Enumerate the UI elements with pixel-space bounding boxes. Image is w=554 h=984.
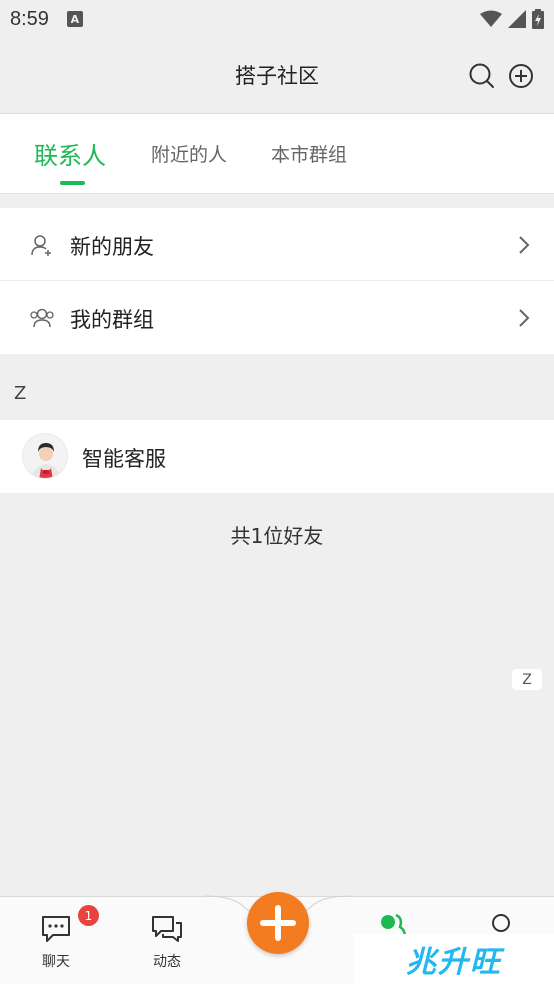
add-user-icon	[31, 235, 51, 256]
index-letter-z[interactable]: Z	[512, 669, 542, 690]
section-header-z: Z	[14, 383, 27, 404]
chevron-right-icon	[519, 309, 530, 327]
new-friends-label: 新的朋友	[70, 235, 154, 259]
create-button[interactable]	[247, 892, 309, 954]
notification-a-icon: A	[66, 11, 83, 27]
contact-name: 智能客服	[82, 447, 166, 471]
tab-city-groups[interactable]: 本市群组	[271, 140, 347, 167]
contact-menu: 新的朋友 我的群组	[0, 208, 554, 354]
contact-row[interactable]: 智能客服	[0, 420, 554, 493]
nav-moments-label: 动态	[153, 954, 181, 970]
nav-moments[interactable]: 动态	[137, 915, 197, 971]
status-bar: 8:59 A	[0, 0, 554, 38]
app-header: 搭子社区	[0, 38, 554, 114]
contact-tabs: 联系人 附近的人 本市群组	[0, 114, 554, 194]
watermark-text: 兆升旺	[406, 945, 502, 980]
battery-icon	[532, 9, 544, 29]
status-time: 8:59	[10, 7, 49, 30]
chat-bubble-icon	[42, 916, 70, 942]
search-icon[interactable]	[468, 62, 496, 90]
profile-nav-icon[interactable]	[488, 913, 514, 933]
watermark-logo: 兆升旺	[354, 934, 554, 984]
new-friends-row[interactable]: 新的朋友	[0, 208, 554, 281]
group-icon	[30, 308, 54, 328]
active-tab-indicator	[60, 181, 85, 185]
tab-nearby-people[interactable]: 附近的人	[151, 140, 227, 167]
nav-chat[interactable]: 聊天	[26, 915, 86, 971]
unread-badge: 1	[78, 905, 99, 926]
chevron-right-icon	[519, 236, 530, 254]
my-groups-row[interactable]: 我的群组	[0, 281, 554, 354]
my-groups-label: 我的群组	[70, 308, 154, 332]
plus-icon	[260, 905, 296, 941]
add-circle-icon[interactable]	[507, 62, 535, 90]
contacts-nav-icon[interactable]	[376, 913, 406, 935]
tab-contacts[interactable]: 联系人	[34, 136, 106, 171]
friend-count: 共1位好友	[230, 524, 324, 548]
signal-icon	[508, 10, 526, 28]
avatar	[22, 433, 68, 479]
nav-chat-label: 聊天	[42, 954, 70, 970]
wifi-icon	[480, 10, 502, 27]
comments-icon	[152, 916, 182, 942]
